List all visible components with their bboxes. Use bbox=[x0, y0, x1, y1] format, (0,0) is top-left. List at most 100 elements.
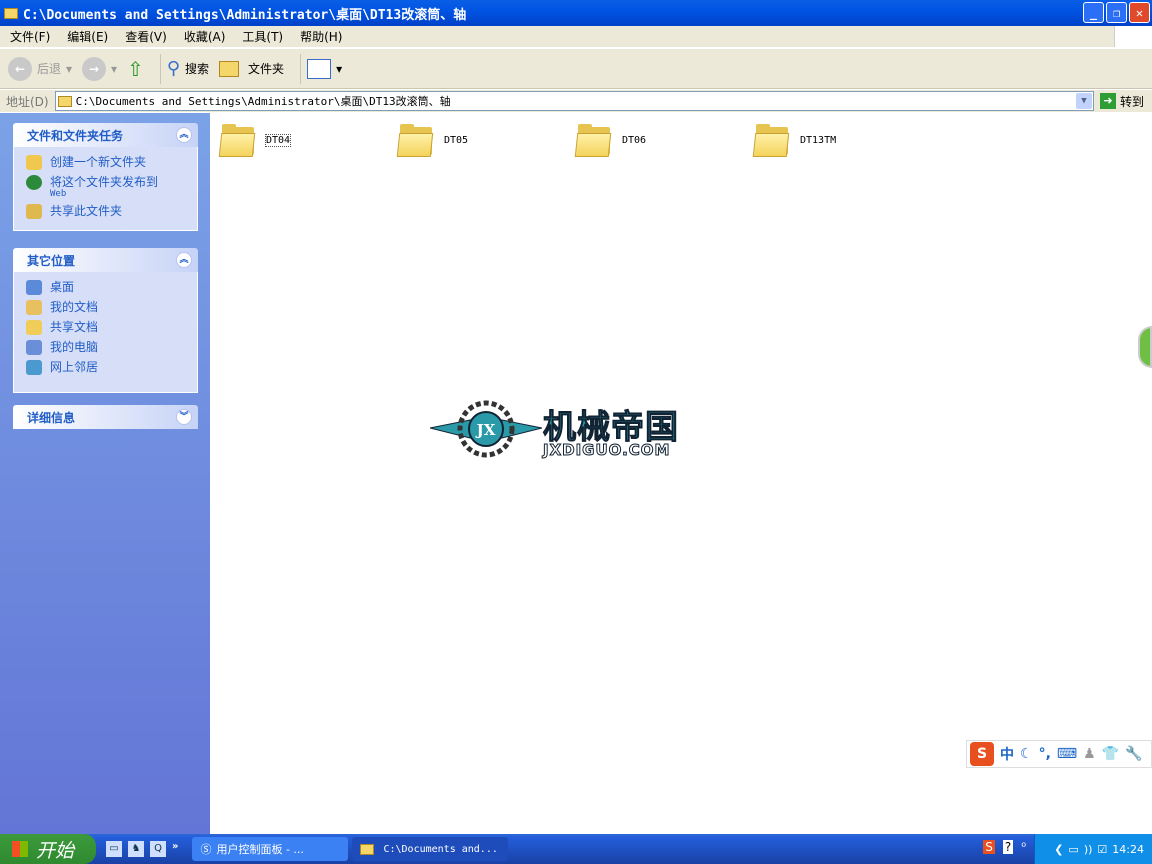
task-share-folder[interactable]: 共享此文件夹 bbox=[26, 204, 197, 219]
minimize-button[interactable]: _ bbox=[1083, 2, 1104, 23]
task-new-folder[interactable]: 创建一个新文件夹 bbox=[26, 155, 197, 170]
security-icon[interactable]: ☑ bbox=[1097, 843, 1107, 856]
sogou-tray-icon[interactable]: S bbox=[983, 840, 995, 854]
sogou-logo[interactable]: S bbox=[970, 742, 994, 766]
place-label: 我的电脑 bbox=[50, 340, 99, 354]
details-header[interactable]: 详细信息 ︾ bbox=[13, 405, 198, 429]
ime-mode[interactable]: 中 bbox=[1000, 744, 1014, 764]
window-title: C:\Documents and Settings\Administrator\… bbox=[23, 7, 467, 23]
floating-widget[interactable] bbox=[1138, 326, 1152, 368]
publish-web-icon bbox=[26, 175, 42, 190]
folder-icon bbox=[360, 843, 375, 855]
place-label: 网上邻居 bbox=[50, 360, 99, 374]
task-pane: 文件和文件夹任务 ︽ 创建一个新文件夹 将这个文件夹发布到 Web 共享此文件夹 其… bbox=[0, 113, 210, 834]
task-label-web: Web bbox=[50, 189, 67, 199]
watermark-en: JXDIGUO.COM bbox=[542, 441, 671, 460]
go-button[interactable]: ➜ 转到 bbox=[1094, 93, 1152, 110]
folder-icon bbox=[57, 95, 72, 107]
control-panel-icon: Ⓢ bbox=[200, 843, 212, 856]
address-dropdown-button[interactable]: ▼ bbox=[1075, 93, 1092, 109]
ime-tray-icon[interactable]: ⁰ bbox=[1021, 840, 1026, 854]
go-arrow-icon: ➜ bbox=[1099, 93, 1116, 109]
title-bar[interactable]: C:\Documents and Settings\Administrator\… bbox=[0, 0, 1152, 26]
quick-launch: ▭ ♞ Q » bbox=[96, 841, 188, 857]
place-label: 我的文档 bbox=[50, 300, 99, 314]
views-button[interactable]: ▾ bbox=[307, 58, 342, 79]
place-my-computer[interactable]: 我的电脑 bbox=[26, 340, 197, 355]
quick-launch-overflow-icon[interactable]: » bbox=[172, 841, 178, 857]
punctuation-icon[interactable]: °, bbox=[1039, 746, 1051, 762]
maximize-button[interactable]: ❐ bbox=[1106, 2, 1127, 23]
menu-file[interactable]: 文件(F) bbox=[10, 28, 50, 45]
task-label: 将这个文件夹发布到 bbox=[50, 175, 159, 189]
keyboard-icon[interactable]: ⌨ bbox=[1057, 746, 1077, 762]
menu-help[interactable]: 帮助(H) bbox=[300, 28, 342, 45]
user-icon[interactable]: ♟ bbox=[1083, 746, 1096, 762]
windows-flag-icon bbox=[12, 841, 28, 857]
panel-title: 详细信息 bbox=[27, 410, 76, 425]
folder-item[interactable]: DT06 bbox=[574, 123, 646, 157]
toolbar: ← 后退 ▾ → ▾ ⇧ ⚲ 搜索 文件夹 ▾ bbox=[0, 48, 1152, 89]
menu-view[interactable]: 查看(V) bbox=[125, 28, 167, 45]
place-my-documents[interactable]: 我的文档 bbox=[26, 300, 197, 315]
file-list: DT04 DT05 DT06 DT13TM JX 机械帝国 JXDIGUO.CO… bbox=[210, 113, 1152, 834]
collapse-icon[interactable]: ︽ bbox=[176, 252, 192, 268]
expand-icon[interactable]: ︾ bbox=[176, 409, 192, 425]
folder-item[interactable]: DT04 bbox=[218, 123, 292, 157]
moon-icon[interactable]: ☾ bbox=[1020, 746, 1033, 762]
folder-label: DT04 bbox=[264, 133, 292, 147]
wrench-icon[interactable]: 🔧 bbox=[1125, 746, 1142, 762]
my-computer-icon bbox=[26, 340, 42, 355]
up-button[interactable]: ⇧ bbox=[127, 57, 144, 81]
folder-label: DT05 bbox=[444, 134, 469, 146]
ime-toolbar[interactable]: S 中 ☾ °, ⌨ ♟ 👕 🔧 bbox=[966, 740, 1152, 768]
place-shared-documents[interactable]: 共享文档 bbox=[26, 320, 197, 335]
collapse-icon[interactable]: ︽ bbox=[176, 127, 192, 143]
place-desktop[interactable]: 桌面 bbox=[26, 280, 197, 295]
task-label: 创建一个新文件夹 bbox=[50, 155, 147, 169]
details-panel: 详细信息 ︾ bbox=[13, 405, 198, 429]
place-label: 共享文档 bbox=[50, 320, 99, 334]
wireless-icon[interactable]: )) bbox=[1084, 843, 1093, 856]
task-label: C:\Documents and... bbox=[383, 843, 498, 855]
taskbar-button-control-panel[interactable]: Ⓢ 用户控制面板 - ... bbox=[192, 837, 349, 861]
other-places-header[interactable]: 其它位置 ︽ bbox=[13, 248, 198, 272]
address-input[interactable]: C:\Documents and Settings\Administrator\… bbox=[54, 91, 1094, 111]
network-tray-icon[interactable]: ▭ bbox=[1068, 843, 1078, 856]
windows-logo bbox=[1114, 26, 1152, 47]
clock[interactable]: 14:24 bbox=[1112, 843, 1144, 856]
search-button[interactable]: ⚲ 搜索 bbox=[167, 58, 209, 79]
taskbar-button-explorer[interactable]: C:\Documents and... bbox=[352, 837, 509, 861]
folder-icon bbox=[396, 123, 434, 157]
folders-button[interactable]: 文件夹 bbox=[219, 60, 284, 77]
back-label: 后退 bbox=[37, 62, 62, 76]
menu-bar: 文件(F) 编辑(E) 查看(V) 收藏(A) 工具(T) 帮助(H) bbox=[0, 26, 1152, 47]
menu-edit[interactable]: 编辑(E) bbox=[67, 28, 108, 45]
share-folder-icon bbox=[26, 204, 42, 219]
folder-icon bbox=[574, 123, 612, 157]
tray-expand-icon[interactable]: ❮ bbox=[1054, 843, 1063, 856]
start-button[interactable]: 开始 bbox=[0, 834, 96, 864]
menu-tools[interactable]: 工具(T) bbox=[242, 28, 283, 45]
forward-button[interactable]: → ▾ bbox=[82, 56, 117, 81]
app-icon[interactable]: ♞ bbox=[128, 841, 144, 857]
help-tray-icon[interactable]: ? bbox=[1002, 840, 1014, 854]
file-tasks-header[interactable]: 文件和文件夹任务 ︽ bbox=[13, 123, 198, 147]
folder-icon bbox=[4, 7, 18, 19]
close-button[interactable]: ✕ bbox=[1129, 2, 1150, 23]
search-icon[interactable]: Q bbox=[150, 841, 166, 857]
tray-extra-icons: S ? ⁰ bbox=[983, 840, 1026, 854]
folder-item[interactable]: DT05 bbox=[396, 123, 469, 157]
folders-label: 文件夹 bbox=[248, 62, 285, 76]
taskbar: 开始 ▭ ♞ Q » Ⓢ 用户控制面板 - ... C:\Documents an… bbox=[0, 834, 1152, 864]
other-places-panel: 其它位置 ︽ 桌面 我的文档 共享文档 我的电脑 网上邻居 bbox=[13, 248, 198, 393]
show-desktop-icon[interactable]: ▭ bbox=[106, 841, 122, 857]
menu-favorites[interactable]: 收藏(A) bbox=[184, 28, 226, 45]
folder-item[interactable]: DT13TM bbox=[752, 123, 836, 157]
shared-documents-icon bbox=[26, 320, 42, 335]
place-network[interactable]: 网上邻居 bbox=[26, 360, 197, 375]
folder-icon bbox=[752, 123, 790, 157]
skin-icon[interactable]: 👕 bbox=[1102, 746, 1119, 762]
task-publish-web[interactable]: 将这个文件夹发布到 Web bbox=[26, 175, 197, 199]
back-button[interactable]: ← 后退 ▾ bbox=[8, 56, 72, 81]
